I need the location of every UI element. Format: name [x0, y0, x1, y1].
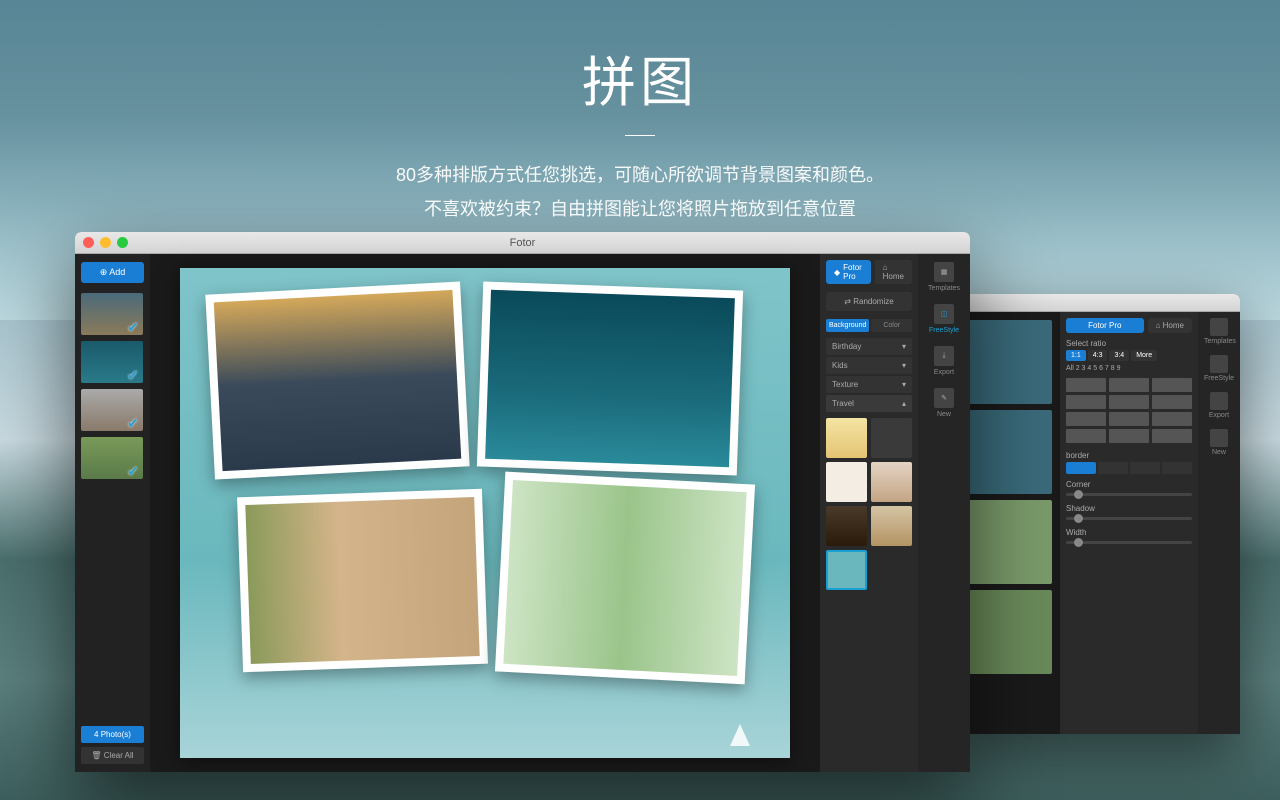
tool-freestyle[interactable]: FreeStyle [1204, 355, 1234, 382]
clear-all-button[interactable]: 🗑 Clear All [81, 747, 144, 764]
width-slider[interactable] [1066, 541, 1192, 544]
window-chrome: Fotor [75, 232, 970, 254]
tool-new[interactable]: New [1204, 429, 1234, 456]
background-swatch[interactable] [871, 418, 912, 458]
back-canvas-column [960, 312, 1060, 734]
category-birthday[interactable]: Birthday▾ [826, 338, 912, 355]
background-swatch[interactable] [826, 506, 867, 546]
border-style-selector[interactable] [1066, 462, 1192, 474]
collage-preview [968, 500, 1052, 584]
grid-count-selector[interactable]: All 2 3 4 5 6 7 8 9 [1066, 365, 1192, 372]
tool-new[interactable]: ✎New [924, 388, 964, 418]
tool-templates[interactable]: ▦Templates [924, 262, 964, 292]
background-tabs: Background Color [826, 319, 912, 332]
collage-photo[interactable] [495, 472, 755, 685]
tool-freestyle[interactable]: ◫FreeStyle [924, 304, 964, 334]
collage-artboard[interactable] [180, 268, 790, 758]
collage-preview [968, 410, 1052, 494]
collage-canvas[interactable] [150, 254, 820, 772]
tool-rail: ▦Templates ◫FreeStyle ⤓Export ✎New [918, 254, 970, 772]
check-icon: ✔ [127, 463, 141, 477]
hero-divider [625, 135, 655, 136]
freestyle-icon: ◫ [934, 304, 954, 324]
diamond-icon: ◆ [834, 268, 840, 277]
hero-title: 拼图 [0, 38, 1280, 117]
window-title: Fotor [75, 237, 970, 249]
category-kids[interactable]: Kids▾ [826, 357, 912, 374]
chevron-down-icon: ▾ [902, 380, 906, 389]
check-icon: ✔ [127, 319, 141, 333]
templates-icon: ▦ [934, 262, 954, 282]
select-ratio-label: Select ratio [1066, 339, 1192, 348]
chevron-down-icon: ▾ [902, 361, 906, 370]
shadow-slider[interactable] [1066, 517, 1192, 520]
hero-line-1: 80多种排版方式任您挑选，可随心所欲调节背景图案和颜色。 [0, 158, 1280, 192]
category-texture[interactable]: Texture▾ [826, 376, 912, 393]
window-chrome [960, 294, 1240, 312]
back-settings-panel: Fotor Pro ⌂ Home Select ratio 1:1 4:3 3:… [1060, 312, 1198, 734]
photo-thumbnail[interactable]: ✔ [81, 389, 143, 431]
collage-photo[interactable] [477, 282, 743, 476]
randomize-button[interactable]: ⇄ Randomize [826, 292, 912, 311]
chevron-down-icon: ▾ [902, 342, 906, 351]
tab-color[interactable]: Color [871, 319, 912, 332]
shadow-label: Shadow [1066, 504, 1192, 513]
photo-count: 4 Photo(s) [81, 726, 144, 743]
main-window: Fotor ⊕ Add ✔ ✔ ✔ ✔ 4 Photo(s) 🗑 Clear A… [75, 232, 970, 772]
right-panel: ◆Fotor Pro ⌂ Home ⇄ Randomize Background… [820, 254, 970, 772]
export-icon: ⤓ [934, 346, 954, 366]
photo-thumbnail[interactable]: ✔ [81, 293, 143, 335]
home-button[interactable]: ⌂ Home [875, 260, 912, 284]
background-swatch[interactable] [871, 506, 912, 546]
collage-preview [968, 320, 1052, 404]
new-icon: ✎ [934, 388, 954, 408]
back-tool-rail: Templates FreeStyle Export New [1198, 312, 1240, 734]
corner-slider[interactable] [1066, 493, 1192, 496]
check-icon: ✔ [127, 367, 141, 381]
photo-thumbnail[interactable]: ✔ [81, 437, 143, 479]
hero-section: 拼图 80多种排版方式任您挑选，可随心所欲调节背景图案和颜色。 不喜欢被约束？自… [0, 0, 1280, 226]
ratio-selector[interactable]: 1:1 4:3 3:4 More [1066, 350, 1192, 361]
background-swatch-selected[interactable] [826, 550, 867, 590]
width-label: Width [1066, 528, 1192, 537]
background-swatch[interactable] [826, 462, 867, 502]
secondary-window: Fotor Pro ⌂ Home Select ratio 1:1 4:3 3:… [960, 294, 1240, 734]
hero-line-2: 不喜欢被约束？自由拼图能让您将照片拖放到任意位置 [0, 192, 1280, 226]
pro-button[interactable]: ◆Fotor Pro [826, 260, 871, 284]
tool-templates[interactable]: Templates [1204, 318, 1234, 345]
tool-export[interactable]: Export [1204, 392, 1234, 419]
collage-preview [968, 590, 1052, 674]
category-travel[interactable]: Travel▴ [826, 395, 912, 412]
chevron-up-icon: ▴ [902, 399, 906, 408]
background-swatch[interactable] [826, 418, 867, 458]
check-icon: ✔ [127, 415, 141, 429]
tab-background[interactable]: Background [826, 319, 869, 332]
background-swatch-grid [826, 414, 912, 594]
sailboat-decoration [730, 724, 750, 746]
photo-thumbnail[interactable]: ✔ [81, 341, 143, 383]
border-label: border [1066, 451, 1192, 460]
pro-button[interactable]: Fotor Pro [1066, 318, 1144, 333]
photo-tray: ⊕ Add ✔ ✔ ✔ ✔ 4 Photo(s) 🗑 Clear All [75, 254, 150, 772]
template-grid[interactable] [1066, 378, 1192, 443]
corner-label: Corner [1066, 480, 1192, 489]
collage-photo[interactable] [205, 281, 469, 479]
tool-export[interactable]: ⤓Export [924, 346, 964, 376]
add-photo-button[interactable]: ⊕ Add [81, 262, 144, 283]
collage-photo[interactable] [237, 489, 488, 672]
background-swatch[interactable] [871, 462, 912, 502]
home-button[interactable]: ⌂ Home [1148, 318, 1192, 333]
